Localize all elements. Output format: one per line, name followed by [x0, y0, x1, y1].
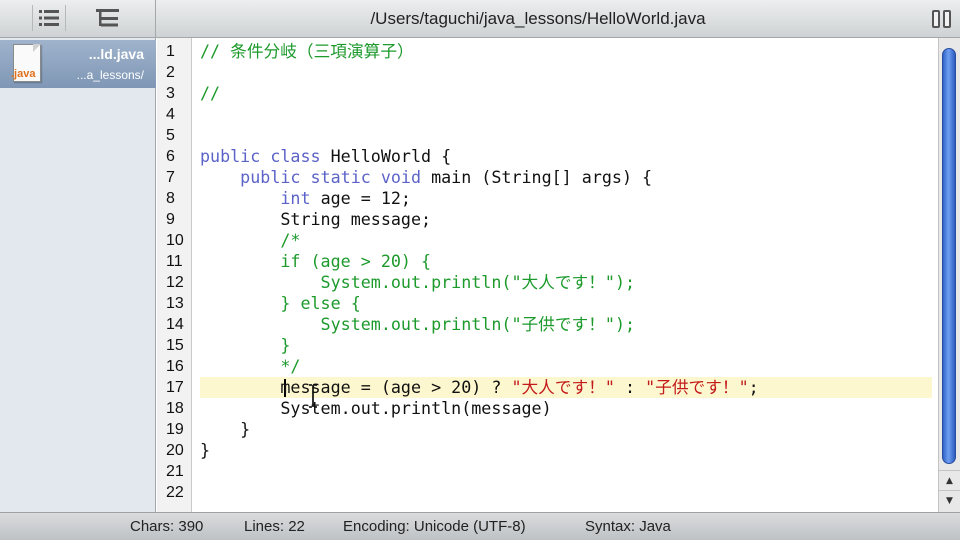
- code-token: */: [200, 356, 301, 376]
- code-line: } else {: [200, 293, 361, 314]
- tree-view-button[interactable]: [92, 5, 124, 31]
- code-editor[interactable]: // 条件分岐（三項演算子） // public class HelloWorld …: [192, 38, 938, 512]
- line-number: 18: [166, 400, 184, 417]
- code-token: System.out.println("大人です！");: [200, 272, 636, 292]
- code-token: } else {: [200, 293, 361, 313]
- code-line: System.out.println(message): [200, 398, 552, 419]
- code-line: String message;: [200, 209, 431, 230]
- file-path-title: /Users/taguchi/java_lessons/HelloWorld.j…: [370, 9, 706, 28]
- code-token: System.out.println("子供です！");: [200, 314, 636, 334]
- encoding-popup[interactable]: Encoding: Unicode (UTF-8): [343, 513, 526, 540]
- code-token: }: [200, 419, 251, 439]
- line-number: 3: [166, 85, 175, 102]
- line-number: 7: [166, 169, 175, 186]
- code-token: }: [200, 335, 291, 355]
- code-token: public static void: [200, 167, 432, 187]
- java-file-icon: .java: [11, 44, 45, 84]
- list-view-button[interactable]: [32, 5, 66, 31]
- code-token: main (String[] args) {: [431, 167, 653, 187]
- lines-count: Lines: 22: [244, 518, 305, 535]
- scrollbar-thumb[interactable]: [942, 48, 956, 464]
- split-view-icon: [942, 10, 951, 28]
- tree-icon: [96, 9, 119, 27]
- chars-count: Chars: 390: [130, 518, 204, 535]
- file-extension-label: .java: [11, 68, 36, 80]
- code-token: //: [200, 83, 221, 103]
- code-line: //: [200, 83, 220, 104]
- line-number: 16: [166, 358, 184, 375]
- code-token: System.out.println(message): [200, 398, 552, 418]
- line-number: 2: [166, 64, 175, 81]
- line-number: 5: [166, 127, 175, 144]
- code-token: ;: [748, 377, 759, 397]
- code-token: "子供です！": [645, 377, 749, 397]
- code-token: HelloWorld {: [330, 146, 452, 166]
- line-number: 6: [166, 148, 175, 165]
- arrow-down-icon: ▼: [946, 495, 953, 506]
- code-token: age = 12;: [320, 188, 411, 208]
- code-line: int age = 12;: [200, 188, 411, 209]
- line-number: 19: [166, 421, 184, 438]
- code-line: }: [200, 440, 210, 461]
- code-token: String message;: [200, 209, 432, 229]
- line-number: 15: [166, 337, 184, 354]
- line-number: 14: [166, 316, 184, 333]
- syntax-popup[interactable]: Syntax: Java: [585, 513, 671, 540]
- line-number: 11: [166, 253, 183, 270]
- line-number: 9: [166, 211, 175, 228]
- line-number: 12: [166, 274, 184, 291]
- line-number: 13: [166, 295, 184, 312]
- code-line: message = (age > 20) ? "大人です！" : "子供です！"…: [200, 377, 759, 398]
- code-token: if (age > 20) {: [200, 251, 432, 271]
- code-line: System.out.println("子供です！");: [200, 314, 636, 335]
- scroll-up-button[interactable]: ▲: [939, 470, 960, 490]
- code-token: }: [200, 440, 211, 460]
- code-line: */: [200, 356, 300, 377]
- code-token: /*: [200, 230, 301, 250]
- line-number: 1: [166, 43, 175, 60]
- code-line: /*: [200, 230, 300, 251]
- line-number: 8: [166, 190, 175, 207]
- document-name: ...ld.java: [88, 46, 144, 62]
- code-token: message = (age > 20) ?: [200, 377, 512, 397]
- line-number: 20: [166, 442, 184, 459]
- line-number-gutter: 1 2 3 4 5 6 7 8 9 10 11 12 13 14 15 16 17 18 19 20 21 22: [157, 38, 192, 512]
- line-number: 21: [166, 463, 184, 480]
- code-token: :: [614, 377, 646, 397]
- split-view-icon: [931, 10, 940, 28]
- vertical-scrollbar[interactable]: ▲ ▼: [938, 38, 960, 512]
- code-line: }: [200, 335, 290, 356]
- code-line: public static void main (String[] args) …: [200, 167, 652, 188]
- line-number: 22: [166, 484, 184, 501]
- code-token: "大人です！": [511, 377, 615, 397]
- code-line: // 条件分岐（三項演算子）: [200, 41, 414, 62]
- code-token: // 条件分岐（三項演算子）: [200, 41, 414, 61]
- title-bar: /Users/taguchi/java_lessons/HelloWorld.j…: [0, 0, 960, 38]
- code-line: if (age > 20) {: [200, 251, 431, 272]
- code-line: System.out.println("大人です！");: [200, 272, 636, 293]
- code-token: public class: [200, 146, 331, 166]
- sidebar-toolbar: [0, 0, 156, 37]
- document-folder: ...a_lessons/: [76, 68, 144, 82]
- line-number: 10: [166, 232, 184, 249]
- line-number: 17: [166, 379, 184, 396]
- line-number: 4: [166, 106, 175, 123]
- list-icon: [39, 10, 59, 26]
- code-line: }: [200, 419, 250, 440]
- arrow-up-icon: ▲: [946, 475, 953, 486]
- scroll-down-button[interactable]: ▼: [939, 490, 960, 510]
- status-bar: Chars: 390 Lines: 22 Encoding: Unicode (…: [0, 512, 960, 540]
- code-line: public class HelloWorld {: [200, 146, 451, 167]
- sidebar-item-helloworld[interactable]: .java ...ld.java ...a_lessons/: [0, 40, 156, 88]
- documents-sidebar: .java ...ld.java ...a_lessons/: [0, 38, 156, 512]
- code-token: int: [200, 188, 321, 208]
- split-view-button[interactable]: [928, 8, 954, 30]
